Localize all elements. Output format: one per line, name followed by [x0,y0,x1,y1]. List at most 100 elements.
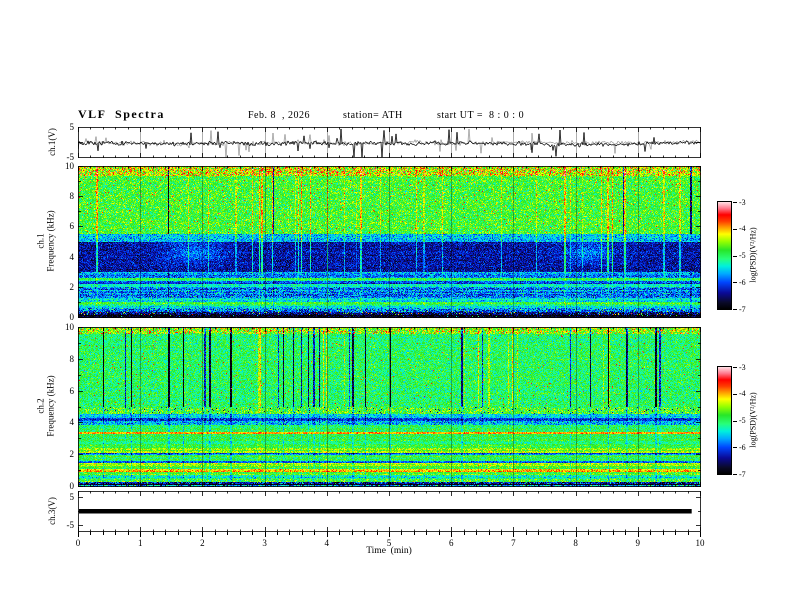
page-title: VLF Spectra [78,107,165,121]
time-axis-tick [277,532,279,535]
time-axis-tick [550,532,552,535]
time-axis-tick [140,532,142,537]
time-axis-tick [650,532,652,535]
time-axis-tick [351,532,353,535]
ch1v-ytick-5: 5 [69,122,75,132]
time-axis-tick [202,532,204,537]
ch2-freq-ytick-0: 0 [69,481,75,491]
time-axis-tick [127,532,129,535]
time-xtick-2: 2 [200,538,205,548]
time-axis-tick [264,532,266,537]
time-axis-tick [152,532,154,535]
time-axis-tick [289,532,291,535]
colorbar-tick [733,420,737,422]
time-axis-tick [401,532,403,535]
ch1-freq-ytick-0: 0 [69,312,75,322]
time-axis-tick [438,532,440,535]
colorbar-1-tick--3: -3 [739,197,746,207]
ch2-frequency-axis-title: ch.2 Frequency (kHz) [36,375,57,436]
colorbar-1-tick--6: -6 [739,277,746,287]
time-xtick-1: 1 [137,538,143,548]
date-label: Feb. 8 , 2026 [248,110,310,121]
ch1-freq-ytick-4: 4 [69,251,75,262]
time-axis-tick [314,532,316,535]
ch2-freq-ytick-4: 4 [69,417,75,428]
time-axis-tick [513,532,515,537]
colorbar-tick [733,309,737,310]
time-axis-tick [413,532,415,535]
ch3v-ytick-5: 5 [69,491,75,502]
colorbar-2-tick--3: -3 [739,362,746,372]
time-axis-tick [538,532,540,535]
time-axis-tick [339,532,341,535]
ch1-spectrogram [78,166,701,318]
time-xtick-5: 5 [386,538,392,548]
time-axis-tick [227,532,229,535]
time-axis-tick [214,532,216,535]
time-axis-tick [90,532,92,535]
colorbar-tick [733,447,737,449]
start-ut-label: start UT = 8 : 0 : 0 [437,110,525,121]
ch1-freq-ytick-2: 2 [69,281,75,292]
colorbar-1-title: log(PSD)(V²/Hz) [748,227,758,283]
ch1-freq-ytick-6: 6 [69,221,75,232]
time-axis-tick [189,532,191,535]
time-axis-tick [488,532,490,535]
time-axis-tick [563,532,565,535]
colorbar-tick [733,228,737,230]
time-axis-tick [376,532,378,535]
ch2-freq-ytick-10: 10 [65,322,74,332]
time-axis-tick [102,532,104,535]
time-axis-tick [500,532,502,535]
colorbar-2-tick--4: -4 [739,389,746,399]
time-xtick-9: 9 [635,538,641,548]
colorbar-1-tick--7: -7 [739,304,746,314]
time-axis-tick [637,532,639,537]
colorbar-1-tick--4: -4 [739,224,746,234]
time-axis-tick [625,532,627,535]
colorbar-2-tick--7: -7 [739,469,746,479]
ch1-frequency-axis-title: ch.1 Frequency (kHz) [36,210,57,271]
time-axis-tick [165,532,167,535]
time-axis-tick [326,532,328,537]
ch3-waveform-plot [78,491,701,532]
time-axis-tick [476,532,478,535]
time-axis-tick [301,532,303,535]
time-xtick-7: 7 [511,538,516,548]
time-axis-tick [389,532,390,537]
ch2-frequency-axis-title-line1: ch.2 [35,398,46,414]
time-axis-tick [588,532,590,535]
time-axis-tick [662,532,664,535]
time-axis-tick [239,532,241,535]
ch3v-ytick-neg5: -5 [66,520,75,531]
vlf-spectra-figure: VLF Spectra Feb. 8 , 2026 station= ATH s… [0,0,792,612]
colorbar-tick [733,202,737,203]
time-axis-tick [426,532,428,535]
colorbar-tick [733,393,737,395]
time-axis-tick [451,532,453,537]
colorbar-tick [733,367,737,368]
time-axis-tick [463,532,465,535]
ch1-freq-ytick-10: 10 [65,161,74,171]
colorbar-2-title: log(PSD)(V²/Hz) [748,392,758,448]
time-xtick-10: 10 [695,538,705,548]
time-axis-tick [687,532,689,535]
time-axis-tick [115,532,117,535]
time-xtick-6: 6 [448,538,454,548]
time-xtick-3: 3 [262,538,267,548]
time-axis-tick [600,532,602,535]
time-axis-tick [675,532,677,535]
ch1-waveform-plot [78,127,701,158]
time-axis-tick [575,532,577,537]
time-xtick-0: 0 [75,538,81,548]
colorbar-1 [717,201,732,310]
time-xtick-4: 4 [324,538,330,548]
ch1-frequency-axis-title-line1: ch.1 [35,233,46,249]
ch2-freq-ytick-6: 6 [69,385,75,396]
time-axis-tick [252,532,254,535]
ch2-freq-ytick-2: 2 [69,449,75,460]
station-label: station= ATH [343,110,403,121]
colorbar-2-tick--6: -6 [739,442,746,452]
ch2-spectrogram [78,327,701,487]
ch2-freq-ytick-8: 8 [69,353,75,364]
